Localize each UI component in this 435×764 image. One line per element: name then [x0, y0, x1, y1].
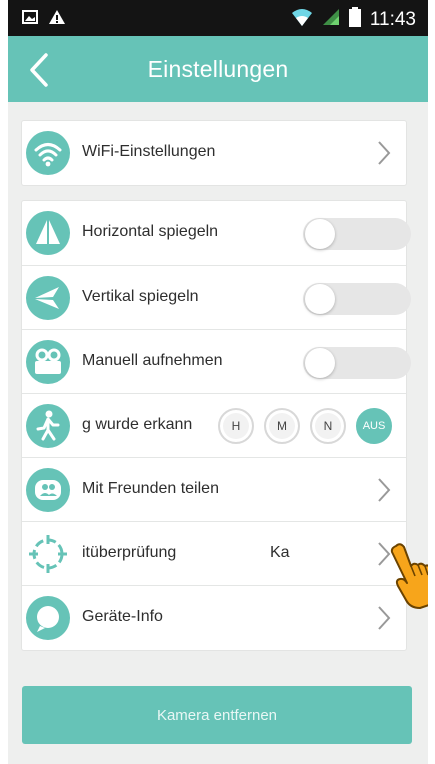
share-friends-label: Mit Freunden teilen [82, 480, 219, 497]
horizontal-mirror-toggle[interactable] [303, 218, 411, 250]
sensitivity-selector: H M N AUS [218, 408, 392, 444]
manual-record-toggle[interactable] [303, 347, 411, 379]
wifi-status-icon [291, 7, 313, 32]
status-bar: 11:43 [8, 0, 428, 36]
image-notification-icon [22, 10, 38, 29]
device-info-row[interactable]: Geräte-Info [22, 585, 406, 649]
sensitivity-medium-button[interactable]: M [264, 408, 300, 444]
sensitivity-night-button[interactable]: N [310, 408, 346, 444]
wifi-card: WiFi-Einstellungen [22, 121, 406, 185]
vertical-mirror-row: Vertikal spiegeln [22, 265, 411, 329]
page-title: Einstellungen [147, 56, 289, 82]
toggle-knob [305, 284, 335, 314]
check-row[interactable]: itüberprüfung Ka [22, 521, 406, 585]
chevron-right-icon [378, 478, 391, 502]
friends-icon [26, 468, 70, 512]
video-camera-icon [26, 340, 70, 384]
crosshair-icon [26, 532, 70, 576]
signal-icon [322, 8, 340, 31]
horizontal-mirror-icon [26, 211, 70, 255]
warning-notification-icon [48, 9, 66, 30]
sensitivity-high-button[interactable]: H [218, 408, 254, 444]
motion-person-icon [26, 404, 70, 448]
toggle-knob [305, 348, 335, 378]
settings-card: Horizontal spiegeln Vertikal spiegeln Ma… [22, 201, 411, 650]
check-label: itüberprüfung [82, 544, 177, 561]
sensitivity-off-button[interactable]: AUS [356, 408, 392, 444]
wifi-settings-row[interactable]: WiFi-Einstellungen [22, 121, 406, 185]
device-info-label: Geräte-Info [82, 608, 163, 625]
check-value: Ka [270, 544, 290, 561]
wifi-icon [26, 131, 70, 175]
app-bar: Einstellungen [8, 36, 428, 102]
toggle-knob [305, 219, 335, 249]
pointing-hand-icon [380, 540, 428, 610]
horizontal-mirror-label: Horizontal spiegeln [82, 223, 219, 240]
manual-record-label: Manuell aufnehmen [82, 352, 223, 369]
vertical-mirror-label: Vertikal spiegeln [82, 288, 199, 305]
phone-screen: 11:43 Einstellungen WiFi-Einstellungen H… [8, 0, 428, 764]
remove-camera-button[interactable]: Kamera entfernen [22, 686, 412, 744]
wifi-settings-label: WiFi-Einstellungen [82, 143, 216, 160]
manual-record-row: Manuell aufnehmen [22, 329, 411, 393]
motion-detection-row: g wurde erkann H M N AUS [22, 393, 406, 457]
battery-icon [348, 7, 361, 32]
info-icon [26, 596, 70, 640]
horizontal-mirror-row: Horizontal spiegeln [22, 201, 411, 265]
status-time: 11:43 [369, 8, 416, 30]
vertical-mirror-toggle[interactable] [303, 283, 411, 315]
motion-detection-label: g wurde erkann [82, 416, 193, 433]
share-friends-row[interactable]: Mit Freunden teilen [22, 457, 406, 521]
chevron-right-icon [378, 141, 391, 165]
vertical-mirror-icon [26, 276, 70, 320]
